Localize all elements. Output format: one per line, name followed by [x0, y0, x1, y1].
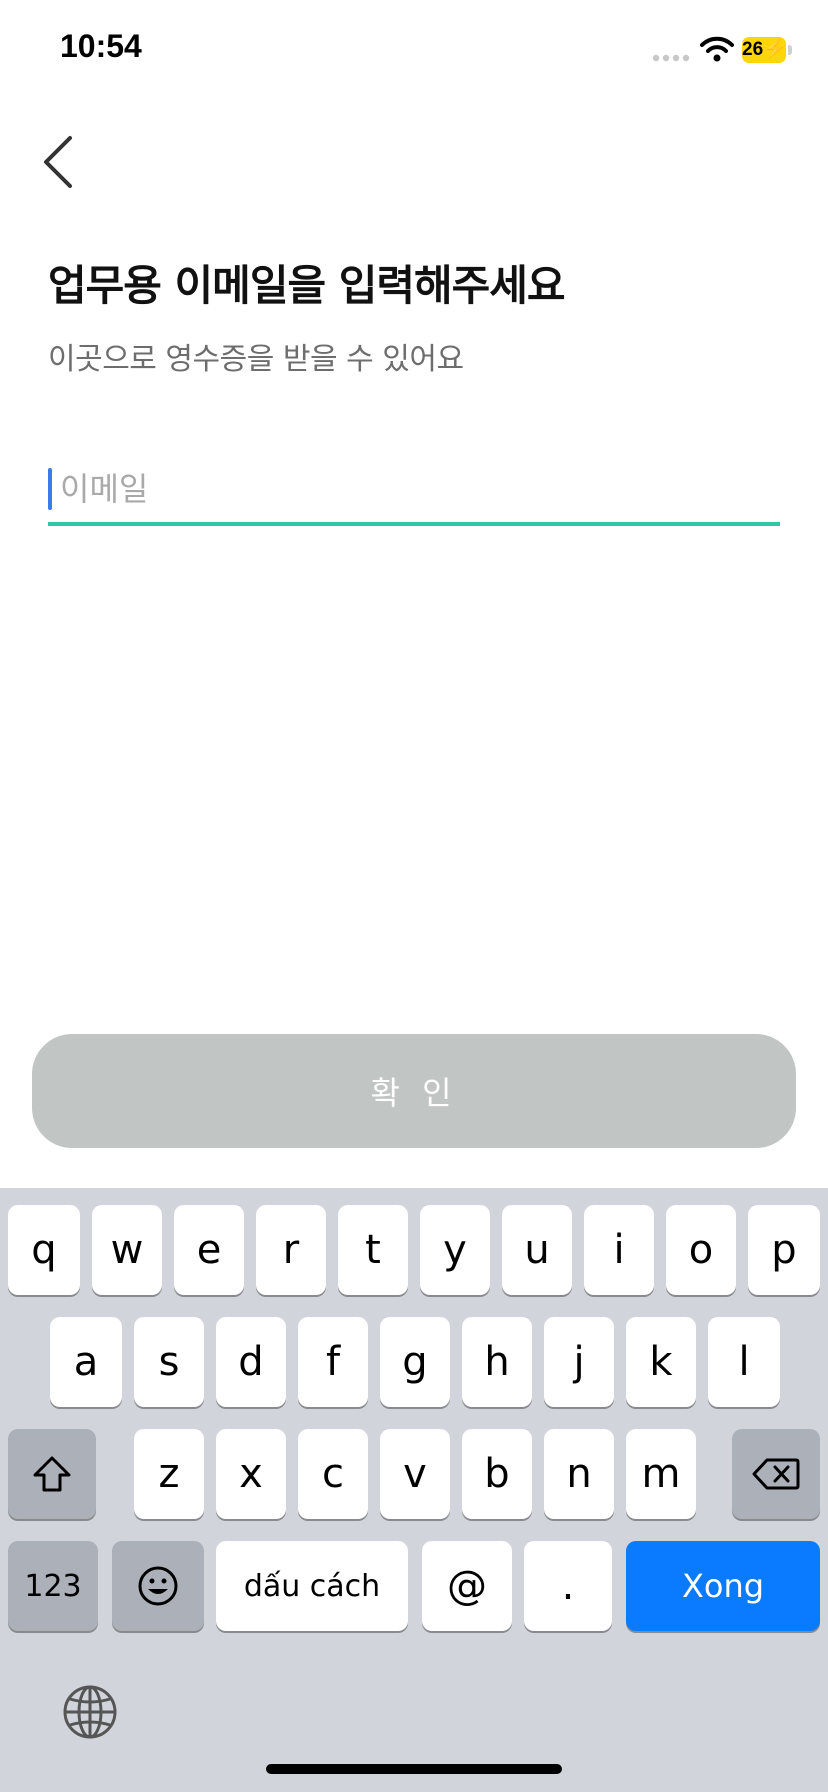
battery-level: 26: [742, 39, 764, 60]
battery-charging-icon: 26⚡: [742, 37, 787, 63]
key-m[interactable]: m: [626, 1429, 696, 1519]
status-time: 10:54: [60, 28, 142, 64]
wifi-icon: [700, 36, 734, 62]
chevron-left-icon: [44, 136, 72, 188]
status-bar: 10:54 26⚡: [0, 0, 828, 100]
key-g[interactable]: g: [380, 1317, 450, 1407]
back-button[interactable]: [36, 130, 86, 190]
space-key[interactable]: dấu cách: [216, 1541, 408, 1631]
confirm-button[interactable]: 확 인: [32, 1034, 796, 1148]
key-n[interactable]: n: [544, 1429, 614, 1519]
at-key[interactable]: @: [422, 1541, 512, 1631]
key-k[interactable]: k: [626, 1317, 696, 1407]
key-p[interactable]: p: [748, 1205, 820, 1295]
key-r[interactable]: r: [256, 1205, 326, 1295]
key-y[interactable]: y: [420, 1205, 490, 1295]
delete-key[interactable]: [732, 1429, 820, 1519]
shift-key[interactable]: [8, 1429, 96, 1519]
charging-bolt-icon: ⚡: [763, 39, 787, 60]
key-x[interactable]: x: [216, 1429, 286, 1519]
key-q[interactable]: q: [8, 1205, 80, 1295]
done-key[interactable]: Xong: [626, 1541, 820, 1631]
emoji-key[interactable]: [112, 1541, 204, 1631]
key-a[interactable]: a: [50, 1317, 122, 1407]
key-z[interactable]: z: [134, 1429, 204, 1519]
key-h[interactable]: h: [462, 1317, 532, 1407]
period-key[interactable]: .: [524, 1541, 612, 1631]
key-w[interactable]: w: [92, 1205, 162, 1295]
home-indicator: [266, 1764, 562, 1774]
keyboard: q w e r t y u i o p a s d f g h j k l z …: [0, 1188, 828, 1792]
delete-icon: [752, 1458, 800, 1490]
shift-icon: [33, 1456, 71, 1492]
key-d[interactable]: d: [216, 1317, 286, 1407]
key-c[interactable]: c: [298, 1429, 368, 1519]
battery-tip: [788, 45, 792, 55]
text-caret: [48, 468, 52, 510]
key-j[interactable]: j: [544, 1317, 614, 1407]
key-i[interactable]: i: [584, 1205, 654, 1295]
key-u[interactable]: u: [502, 1205, 572, 1295]
key-f[interactable]: f: [298, 1317, 368, 1407]
key-v[interactable]: v: [380, 1429, 450, 1519]
key-e[interactable]: e: [174, 1205, 244, 1295]
page-title: 업무용 이메일을 입력해주세요: [48, 261, 566, 310]
key-b[interactable]: b: [462, 1429, 532, 1519]
email-field[interactable]: [48, 460, 780, 526]
numbers-key[interactable]: 123: [8, 1541, 98, 1631]
confirm-button-label: 확 인: [370, 1074, 458, 1112]
key-o[interactable]: o: [666, 1205, 736, 1295]
key-l[interactable]: l: [708, 1317, 780, 1407]
page-subtitle: 이곳으로 영수증을 받을 수 있어요: [48, 342, 464, 377]
key-s[interactable]: s: [134, 1317, 204, 1407]
globe-icon[interactable]: [62, 1684, 118, 1740]
key-t[interactable]: t: [338, 1205, 408, 1295]
signal-icon: [652, 54, 690, 62]
email-input[interactable]: [60, 460, 760, 518]
emoji-icon: [138, 1566, 178, 1606]
